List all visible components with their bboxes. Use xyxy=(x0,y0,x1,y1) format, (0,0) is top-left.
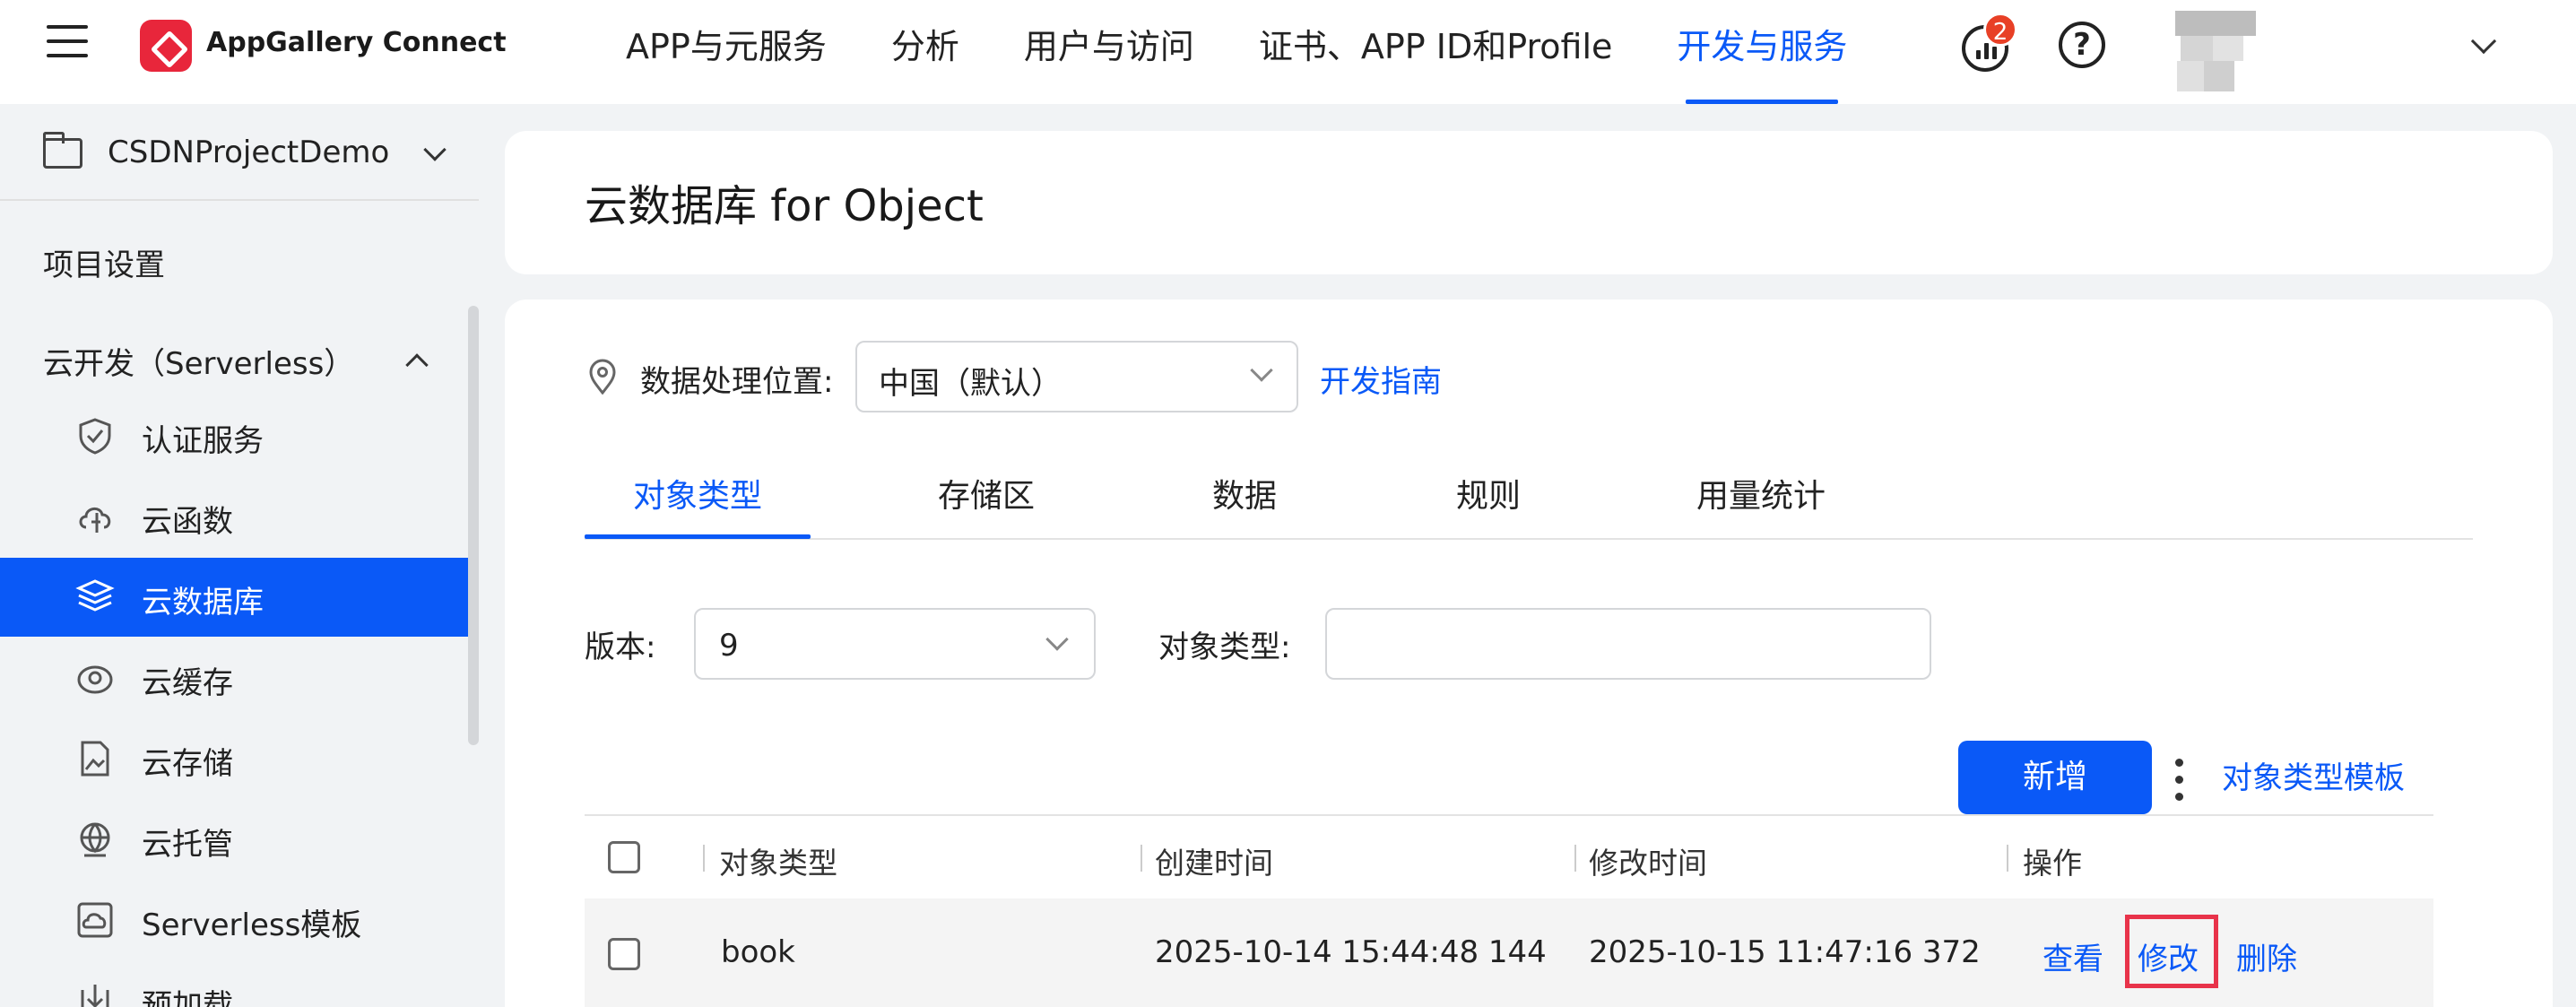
preload-download-icon xyxy=(81,985,109,1007)
sidebar-item-serverless-template[interactable]: Serverless模板 xyxy=(0,881,468,959)
location-label: 数据处理位置: xyxy=(640,364,834,400)
avatar[interactable] xyxy=(2172,5,2258,93)
version-value: 9 xyxy=(719,628,739,664)
location-select[interactable]: 中国（默认） xyxy=(855,341,1298,412)
sidebar-item-label: Serverless模板 xyxy=(142,907,362,943)
cell-object-type: book xyxy=(721,934,795,970)
nav-dev-services[interactable]: 开发与服务 xyxy=(1677,0,1847,104)
select-all-checkbox[interactable] xyxy=(608,841,640,873)
add-button[interactable]: 新增 xyxy=(1958,741,2152,814)
location-value: 中国（默认） xyxy=(879,366,1062,402)
tab-storage-zone[interactable]: 存储区 xyxy=(938,470,1035,517)
column-divider xyxy=(1141,845,1142,872)
view-button[interactable]: 查看 xyxy=(2043,934,2103,978)
sidebar-item-cloud-storage[interactable]: 云存储 xyxy=(0,719,468,798)
version-select[interactable]: 9 xyxy=(694,608,1096,680)
sidebar-item-project-settings[interactable]: 项目设置 xyxy=(0,221,468,299)
sidebar-group-label: 云开发（Serverless） xyxy=(43,346,355,382)
help-icon[interactable]: ? xyxy=(2059,22,2105,68)
database-layers-icon xyxy=(75,579,115,612)
nav-certificates[interactable]: 证书、APP ID和Profile xyxy=(1259,0,1613,104)
sidebar-item-cloud-hosting[interactable]: 云托管 xyxy=(0,800,468,879)
brand-name[interactable]: AppGallery Connect xyxy=(206,27,507,58)
template-cloud-icon xyxy=(77,902,113,938)
sidebar-item-label: 云存储 xyxy=(142,746,233,782)
sidebar-group-serverless[interactable]: 云开发（Serverless） xyxy=(0,319,468,398)
column-header-created[interactable]: 创建时间 xyxy=(1155,839,1273,882)
dev-guide-link[interactable]: 开发指南 xyxy=(1320,357,1442,401)
top-nav: APP与元服务 分析 用户与访问 证书、APP ID和Profile 开发与服务 xyxy=(626,0,1912,104)
project-chevron-down-icon xyxy=(423,138,447,161)
location-pin-icon xyxy=(589,359,616,395)
column-header-object-type[interactable]: 对象类型 xyxy=(719,839,837,882)
column-divider xyxy=(2007,845,2008,872)
sidebar-item-label: 云托管 xyxy=(142,827,233,863)
folder-icon xyxy=(43,132,82,169)
sidebar-item-label: 认证服务 xyxy=(142,423,264,459)
cell-created: 2025-10-14 15:44:48 144 xyxy=(1155,934,1547,970)
sidebar-item-auth[interactable]: 认证服务 xyxy=(0,396,468,475)
shield-check-icon xyxy=(79,418,111,455)
sidebar-item-label: 项目设置 xyxy=(43,247,165,283)
nav-analytics[interactable]: 分析 xyxy=(891,0,959,104)
top-bar: AppGallery Connect APP与元服务 分析 用户与访问 证书、A… xyxy=(0,0,2576,104)
globe-hosting-icon xyxy=(80,822,110,857)
sidebar-scrollbar[interactable] xyxy=(468,306,479,745)
object-type-template-link[interactable]: 对象类型模板 xyxy=(2222,753,2405,797)
tab-data[interactable]: 数据 xyxy=(1212,470,1277,517)
tab-usage[interactable]: 用量统计 xyxy=(1696,470,1826,517)
cell-modified: 2025-10-15 11:47:16 372 xyxy=(1589,934,1981,970)
chevron-up-icon xyxy=(405,353,429,377)
project-name: CSDNProjectDemo xyxy=(108,135,390,170)
notification-badge: 2 xyxy=(1983,13,2017,47)
tab-object-types[interactable]: 对象类型 xyxy=(633,470,762,517)
more-options-icon[interactable] xyxy=(2175,759,2186,802)
object-type-input[interactable] xyxy=(1325,608,1931,680)
page-title: 云数据库 for Object xyxy=(585,181,984,231)
sidebar-item-label: 云数据库 xyxy=(142,585,264,621)
tab-rules[interactable]: 规则 xyxy=(1456,470,1521,517)
column-header-modified[interactable]: 修改时间 xyxy=(1589,839,1707,882)
delete-button[interactable]: 删除 xyxy=(2236,934,2297,978)
chevron-down-icon xyxy=(1250,359,1273,382)
tab-bar: 对象类型 存储区 数据 规则 用量统计 xyxy=(585,463,2473,540)
sidebar-item-cloud-functions[interactable]: 云函数 xyxy=(0,477,468,556)
column-divider xyxy=(1574,845,1576,872)
column-header-actions: 操作 xyxy=(2023,846,2082,881)
chevron-down-icon xyxy=(1045,628,1069,651)
account-chevron-down-icon[interactable] xyxy=(2470,28,2497,55)
sidebar-item-cloud-db[interactable]: 云数据库 xyxy=(0,558,468,637)
appgallery-logo-icon[interactable] xyxy=(140,20,192,72)
sidebar-item-cloud-cache[interactable]: 云缓存 xyxy=(0,638,468,717)
sidebar-item-label: 云函数 xyxy=(142,504,233,540)
sidebar-item-preload[interactable]: 预加载 xyxy=(0,961,468,1007)
object-type-label: 对象类型: xyxy=(1158,629,1291,665)
sidebar: CSDNProjectDemo 项目设置 云开发（Serverless） 认证服… xyxy=(0,104,479,1007)
row-checkbox[interactable] xyxy=(608,938,640,970)
nav-users-access[interactable]: 用户与访问 xyxy=(1024,0,1194,104)
storage-image-icon xyxy=(81,741,109,777)
menu-icon[interactable] xyxy=(47,25,90,68)
version-label: 版本: xyxy=(585,629,656,665)
nav-app-services[interactable]: APP与元服务 xyxy=(626,0,827,104)
sidebar-item-label: 云缓存 xyxy=(142,665,233,701)
table-header: 对象类型 创建时间 修改时间 操作 xyxy=(585,814,2433,898)
cloud-cache-icon xyxy=(77,665,113,694)
highlight-annotation-box xyxy=(2125,915,2218,988)
project-selector[interactable]: CSDNProjectDemo xyxy=(0,104,479,201)
cloud-function-icon xyxy=(79,508,111,533)
column-divider xyxy=(703,845,705,872)
sidebar-item-label: 预加载 xyxy=(142,988,233,1007)
active-tab-indicator xyxy=(585,534,811,539)
